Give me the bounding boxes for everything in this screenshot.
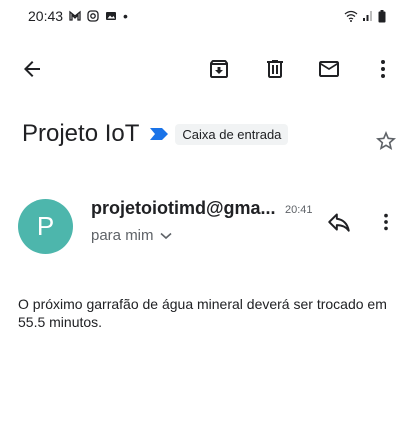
chevron-down-icon — [159, 232, 172, 239]
star-icon — [376, 131, 396, 150]
recipient-label: para mim — [91, 227, 154, 244]
email-time: 20:41 — [285, 204, 313, 216]
instagram-icon — [87, 10, 99, 22]
sender-avatar[interactable]: P — [18, 199, 73, 254]
delete-button[interactable] — [262, 56, 288, 82]
notification-dot: • — [123, 8, 128, 24]
mark-unread-button[interactable] — [316, 56, 342, 82]
battery-icon — [378, 9, 386, 22]
important-marker-icon[interactable] — [149, 126, 169, 142]
status-bar: 20:43 • — [0, 0, 410, 32]
archive-icon — [210, 60, 228, 78]
subject-row: Projeto IoT Caixa de entrada — [22, 114, 402, 154]
delete-icon — [267, 60, 283, 78]
reply-button[interactable] — [326, 209, 352, 235]
inbox-label-chip[interactable]: Caixa de entrada — [175, 123, 289, 145]
gallery-icon — [106, 12, 117, 20]
mark-unread-icon — [319, 61, 339, 77]
arrow-back-icon — [24, 61, 40, 77]
archive-button[interactable] — [206, 56, 232, 82]
star-button[interactable] — [374, 129, 398, 153]
wifi-icon — [344, 10, 358, 22]
more-vert-icon — [381, 60, 385, 78]
message-body: O próximo garrafão de água mineral dever… — [18, 296, 387, 330]
avatar-letter: P — [36, 211, 55, 241]
email-subject: Projeto IoT — [22, 120, 140, 147]
recipient-details-toggle[interactable]: para mim — [91, 227, 172, 244]
message-more-options-button[interactable] — [375, 209, 397, 235]
more-vert-icon — [384, 213, 388, 231]
gmail-icon — [69, 10, 81, 21]
sender-name[interactable]: projetoiotimd@gma... — [91, 198, 277, 219]
email-view-screen: 20:43 • Projeto IoT Caixa de entrada P p… — [0, 0, 410, 422]
status-left: 20:43 • — [28, 8, 128, 24]
status-time: 20:43 — [28, 8, 64, 24]
status-right — [344, 9, 386, 23]
app-bar — [0, 48, 410, 90]
reply-icon — [328, 213, 350, 232]
back-button[interactable] — [19, 56, 45, 82]
signal-icon — [363, 11, 372, 21]
more-options-button[interactable] — [370, 56, 396, 82]
